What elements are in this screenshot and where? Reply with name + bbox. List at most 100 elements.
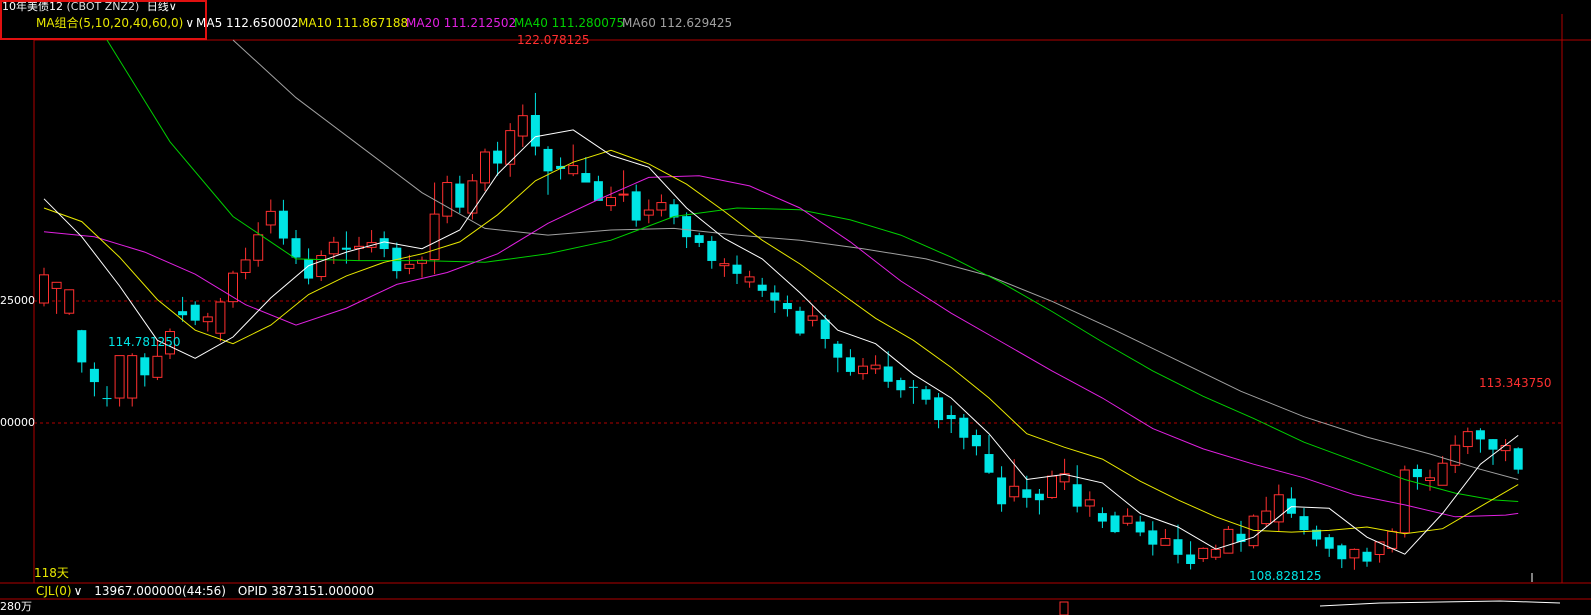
candle: [908, 380, 918, 404]
candle: [253, 222, 264, 267]
candle-body: [934, 397, 944, 421]
candle: [341, 231, 351, 264]
candle-body: [770, 292, 780, 301]
recent-high-annotation: 113.343750: [1479, 376, 1552, 390]
candle-body: [1198, 547, 1209, 560]
candle: [1160, 529, 1171, 546]
candle-body: [1462, 431, 1473, 448]
candle: [190, 301, 200, 326]
candle-body: [1299, 516, 1309, 531]
candle-body: [178, 311, 188, 316]
candle-body: [1425, 477, 1435, 482]
candle: [1312, 525, 1322, 547]
candle: [1337, 543, 1347, 569]
candle-body: [744, 276, 755, 283]
candle: [1122, 508, 1133, 526]
cjl-value: 13967.000000(44:56): [94, 584, 226, 598]
candle: [1286, 487, 1296, 518]
candle-body: [1160, 538, 1171, 546]
candle-body: [39, 274, 49, 304]
candle-body: [845, 357, 855, 372]
candle-body: [253, 234, 264, 261]
candle-body: [1097, 513, 1107, 522]
candle-body: [480, 151, 490, 184]
candle: [1261, 496, 1272, 527]
candle: [366, 230, 377, 253]
candle: [631, 184, 641, 227]
candle-body: [1072, 484, 1082, 507]
candle-body: [89, 368, 99, 383]
days-count: 118天: [34, 566, 69, 580]
candle-body: [581, 173, 591, 183]
candle: [1148, 521, 1158, 556]
candle-body: [694, 235, 704, 243]
candle: [480, 148, 490, 192]
candle: [417, 256, 427, 278]
candle-body: [1084, 499, 1095, 507]
candle: [228, 270, 238, 308]
candle: [1324, 534, 1334, 557]
kline-chart[interactable]: [0, 0, 1591, 615]
candle-body: [1387, 530, 1398, 549]
candle: [593, 175, 603, 201]
candle-body: [442, 182, 453, 217]
candle: [127, 353, 138, 407]
candle-body: [858, 365, 868, 375]
candle: [202, 312, 213, 332]
candle: [669, 199, 679, 225]
candle-body: [1475, 430, 1485, 440]
candle-body: [1349, 548, 1360, 559]
candle-body: [1047, 475, 1057, 498]
candle-body: [1110, 515, 1120, 533]
candle-body: [1210, 548, 1221, 558]
candle-body: [618, 193, 629, 196]
candle-body: [1273, 494, 1284, 523]
candle: [732, 255, 742, 285]
candle: [833, 341, 843, 373]
candle-body: [341, 247, 351, 250]
candle-body: [1513, 448, 1523, 470]
candle-body: [807, 315, 818, 321]
opid-line: [1319, 600, 1561, 607]
candle: [946, 405, 956, 433]
candle-body: [278, 210, 288, 239]
candle: [39, 267, 49, 307]
candle-body: [114, 355, 125, 399]
candle-body: [1362, 551, 1372, 562]
candle-body: [707, 240, 717, 261]
candle-body: [656, 202, 667, 211]
candle: [1084, 491, 1095, 517]
candle-body: [1324, 537, 1334, 549]
candle: [744, 270, 755, 288]
candle-body: [1148, 530, 1158, 545]
volume-bar: [1059, 601, 1069, 615]
ma20-value: MA20 111.212502: [406, 16, 517, 30]
candle-body: [606, 196, 616, 207]
candle: [1513, 447, 1523, 474]
candle: [278, 199, 288, 245]
ma40-value: MA40 111.280075: [514, 16, 625, 30]
candle: [1072, 465, 1082, 513]
candle: [770, 285, 780, 313]
candle-body: [190, 304, 200, 321]
candle: [467, 174, 478, 220]
ma10-value: MA10 111.867188: [298, 16, 409, 30]
candle: [1186, 541, 1196, 570]
cjl-selector[interactable]: CJL(0) ∨: [36, 584, 86, 598]
candle: [694, 232, 704, 248]
candle: [1198, 547, 1209, 562]
candle-body: [946, 415, 956, 420]
candle: [1299, 507, 1309, 535]
chevron-down-icon: ∨: [73, 584, 83, 598]
candle: [64, 289, 75, 315]
candle: [606, 186, 616, 212]
candle-series: [39, 92, 1523, 570]
candle-body: [669, 204, 679, 218]
candle: [215, 297, 226, 342]
candle-body: [1034, 493, 1044, 501]
candle: [782, 295, 792, 317]
candle-body: [870, 364, 881, 370]
candle: [757, 277, 767, 297]
ma60-value: MA60 112.629425: [622, 16, 733, 30]
candle-body: [1337, 545, 1347, 560]
